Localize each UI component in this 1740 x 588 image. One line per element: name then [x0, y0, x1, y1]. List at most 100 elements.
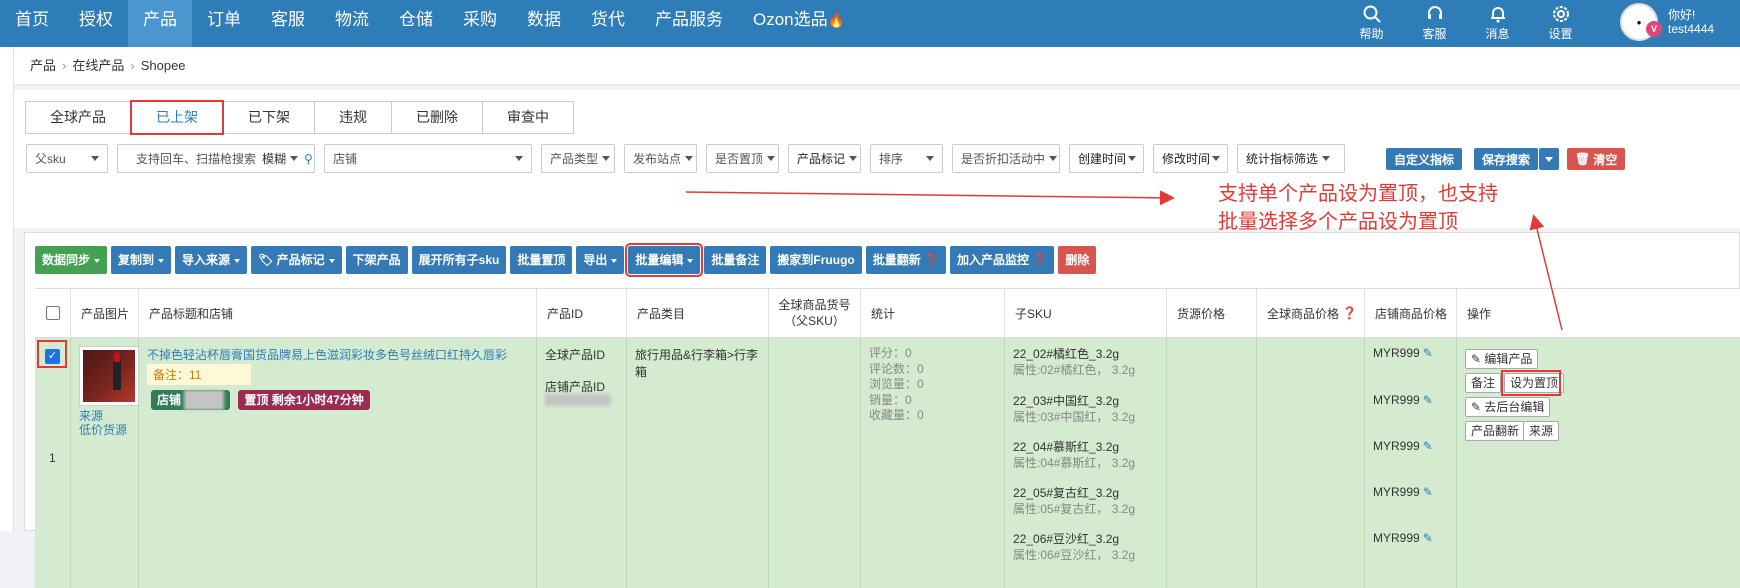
tab-violation[interactable]: 违规 — [314, 101, 392, 134]
discount-label: 是否折扣活动中 — [961, 152, 1046, 166]
top-nav: 首页 授权 产品 订单 客服 物流 仓储 采购 数据 货代 产品服务 Ozon选… — [0, 0, 1740, 47]
add-monitor-button[interactable]: 加入产品监控 ❓ — [950, 246, 1055, 274]
product-list-panel: 数据同步 复制到 导入来源 🏷 产品标记 下架产品 展开所有子sku 批量置顶 … — [24, 232, 1740, 588]
pinned-select[interactable]: 是否置顶 — [706, 144, 779, 173]
breadcrumb-product[interactable]: 产品 — [30, 58, 56, 73]
badge-row: 店铺 xxxxxx 置顶 剩余1小时47分钟 — [151, 390, 370, 410]
search-mode[interactable]: 模糊 — [262, 150, 286, 167]
caret-down-icon — [328, 258, 335, 263]
nav-item-product-service[interactable]: 产品服务 — [640, 0, 738, 47]
bulk-pin-button[interactable]: 批量置顶 — [510, 246, 573, 274]
move-fruugo-button[interactable]: 搬家到Fruugo — [770, 246, 862, 274]
sort-select[interactable]: 排序 — [870, 144, 943, 173]
backend-edit-button[interactable]: ✎ 去后台编辑 — [1465, 397, 1551, 417]
caret-down-icon — [515, 156, 523, 161]
source-price-cell — [1167, 338, 1257, 588]
left-sidebar-strip[interactable] — [0, 47, 14, 531]
import-source-button[interactable]: 导入来源 — [175, 246, 248, 274]
search-icon[interactable]: ⚲ — [304, 152, 313, 166]
shop-select[interactable]: 店铺 — [324, 144, 532, 173]
expand-sku-button[interactable]: 展开所有子sku — [411, 246, 507, 274]
created-time-select[interactable]: 创建时间 — [1069, 144, 1144, 173]
custom-metric-button[interactable]: 自定义指标 — [1386, 148, 1463, 170]
category-text: 旅行用品&行李箱>行李箱 — [635, 348, 759, 379]
edit-icon[interactable]: ✎ — [1423, 439, 1433, 453]
user-menu[interactable]: ● V 你好! test4444 — [1620, 3, 1714, 41]
bulk-remark-button[interactable]: 批量备注 — [704, 246, 767, 274]
modified-time-select[interactable]: 修改时间 — [1153, 144, 1228, 173]
metric-filter-select[interactable]: 统计指标筛选 — [1237, 144, 1345, 173]
save-search-dropdown[interactable] — [1539, 148, 1560, 170]
tab-listed[interactable]: 已上架 — [130, 100, 224, 135]
question-icon: ❓ — [1342, 306, 1357, 320]
nav-item-order[interactable]: 订单 — [192, 0, 256, 47]
sort-label: 排序 — [879, 152, 904, 166]
stat-views: 浏览量：0 — [869, 377, 924, 391]
tab-global[interactable]: 全球产品 — [25, 101, 131, 134]
trash-icon: 🗑 — [1575, 152, 1591, 166]
caret-down-icon — [1049, 156, 1058, 161]
tab-review[interactable]: 审查中 — [482, 101, 574, 134]
search-input[interactable]: 支持回车、扫描枪搜索 模糊 ⚲ — [117, 144, 315, 173]
renew-button[interactable]: 产品翻新 — [1465, 421, 1526, 441]
remark-button[interactable]: 备注 — [1465, 373, 1502, 393]
bulk-edit-label: 批量编辑 — [635, 253, 684, 267]
nav-item-logistics[interactable]: 物流 — [320, 0, 384, 47]
copy-to-button[interactable]: 复制到 — [111, 246, 172, 274]
sku-code: 22_04#慕斯红_3.2g — [1013, 440, 1120, 454]
nav-menu: 首页 授权 产品 订单 客服 物流 仓储 采购 数据 货代 产品服务 Ozon选… — [0, 0, 860, 47]
nav-item-product[interactable]: 产品 — [128, 0, 192, 47]
question-icon: ❓ — [1029, 253, 1048, 267]
parent-sku-select[interactable]: 父sku — [26, 144, 108, 173]
product-title-link[interactable]: 不掉色轻沾杯唇膏国货品牌易上色滋润彩妆多色号丝绒口红持久唇彩 — [147, 346, 507, 363]
shop-badge: 店铺 xxxxxx — [151, 390, 231, 410]
nav-item-home[interactable]: 首页 — [0, 0, 64, 47]
headset-icon — [1427, 6, 1442, 19]
bulk-edit-button[interactable]: 批量编辑 — [625, 243, 704, 277]
nav-item-auth[interactable]: 授权 — [64, 0, 128, 47]
edit-icon[interactable]: ✎ — [1423, 393, 1433, 407]
nav-item-warehouse[interactable]: 仓储 — [384, 0, 448, 47]
edit-icon[interactable]: ✎ — [1423, 485, 1433, 499]
message-button[interactable]: 消息 — [1466, 0, 1529, 47]
shop-badge-label: 店铺 — [157, 393, 182, 407]
edit-icon[interactable]: ✎ — [1423, 346, 1433, 360]
product-mark-button[interactable]: 🏷 产品标记 — [251, 246, 342, 274]
row-checkbox-cell: ✓ 1 — [35, 338, 71, 588]
parent-sku-cell — [769, 338, 861, 588]
nav-item-ozon[interactable]: Ozon选品🔥 — [738, 0, 860, 47]
save-search-button[interactable]: 保存搜索 — [1474, 148, 1539, 170]
delete-button[interactable]: 删除 — [1058, 246, 1097, 274]
nav-item-forwarder[interactable]: 货代 — [576, 0, 640, 47]
nav-item-data[interactable]: 数据 — [512, 0, 576, 47]
low-price-source-link[interactable]: 低价货源 — [79, 421, 127, 438]
edit-product-button[interactable]: ✎ 编辑产品 — [1465, 349, 1539, 369]
tab-delisted[interactable]: 已下架 — [223, 101, 315, 134]
discount-select[interactable]: 是否折扣活动中 — [952, 144, 1060, 173]
product-mark-select[interactable]: 产品标记 — [788, 144, 861, 173]
question-icon: ❓ — [920, 253, 940, 267]
bulk-renew-button[interactable]: 批量翻新 ❓ — [865, 246, 947, 274]
settings-button[interactable]: 设置 — [1529, 0, 1592, 47]
bulk-renew-label: 批量翻新 — [872, 253, 921, 267]
tab-deleted[interactable]: 已删除 — [391, 101, 483, 134]
select-all-checkbox[interactable] — [45, 306, 60, 320]
clear-button[interactable]: 🗑 清空 — [1567, 148, 1626, 170]
breadcrumb-online-product[interactable]: 在线产品 — [72, 58, 124, 73]
nav-item-service[interactable]: 客服 — [256, 0, 320, 47]
annotation-text: 支持单个产品设为置顶，也支持批量选择多个产品设为置顶 — [1218, 183, 1498, 233]
edit-icon[interactable]: ✎ — [1423, 531, 1433, 545]
fire-icon: 🔥 — [827, 12, 846, 28]
service-button[interactable]: 客服 — [1403, 0, 1466, 47]
product-type-select[interactable]: 产品类型 — [541, 144, 615, 173]
nav-item-purchase[interactable]: 采购 — [448, 0, 512, 47]
source-button[interactable]: 来源 — [1523, 421, 1560, 441]
site-select[interactable]: 发布站点 — [624, 144, 697, 173]
help-button[interactable]: 帮助 — [1340, 0, 1403, 47]
export-button[interactable]: 导出 — [576, 246, 625, 274]
sku-attr: 属性:03#中国红， 3.2g — [1013, 410, 1136, 424]
sync-data-button[interactable]: 数据同步 — [35, 246, 108, 274]
delist-button[interactable]: 下架产品 — [345, 246, 408, 274]
shop-name-blurred: xxxxxx — [184, 390, 225, 410]
product-thumbnail[interactable] — [79, 346, 139, 406]
